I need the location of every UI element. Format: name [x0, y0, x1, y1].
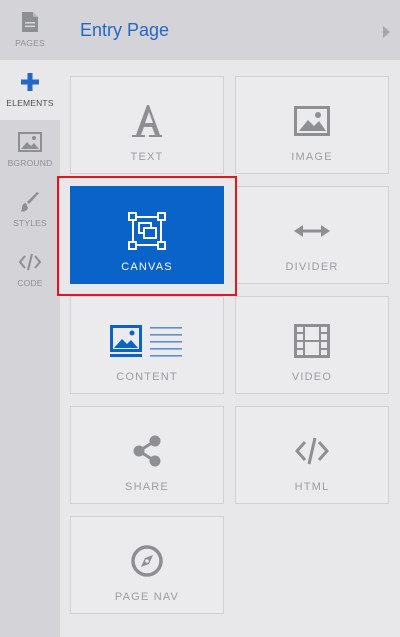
sidebar-rail: PAGES ELEMENTS BGROUND STYLES CODE: [0, 0, 60, 637]
plus-icon: [18, 70, 42, 94]
brush-icon: [18, 190, 42, 214]
panel-header: Entry Page: [60, 0, 400, 60]
sidebar-item-label: BGROUND: [7, 158, 53, 168]
page-icon: [18, 10, 42, 34]
tile-label: HTML: [294, 481, 330, 493]
share-icon: [132, 433, 162, 469]
divider-icon: [294, 213, 330, 249]
tile-label: IMAGE: [291, 151, 333, 163]
compass-icon: [130, 543, 164, 579]
image-icon: [18, 130, 42, 154]
element-tile-text[interactable]: TEXT: [70, 76, 224, 174]
sidebar-item-styles[interactable]: STYLES: [0, 180, 60, 240]
sidebar-item-label: STYLES: [13, 218, 47, 228]
element-tile-canvas[interactable]: CANVAS: [70, 186, 224, 284]
element-tile-divider[interactable]: DIVIDER: [235, 186, 389, 284]
collapse-arrow-icon[interactable]: [382, 25, 390, 43]
text-icon: [131, 103, 163, 139]
sidebar-item-background[interactable]: BGROUND: [0, 120, 60, 180]
content-icon: [110, 323, 184, 359]
tile-label: VIDEO: [291, 371, 333, 383]
image-icon: [294, 103, 330, 139]
element-tile-video[interactable]: VIDEO: [235, 296, 389, 394]
tile-label: PAGE NAV: [114, 591, 180, 603]
sidebar-item-pages[interactable]: PAGES: [0, 0, 60, 60]
tile-label: SHARE: [125, 481, 169, 493]
code-icon: [294, 433, 330, 469]
tile-label: CANVAS: [121, 261, 173, 273]
element-tile-share[interactable]: SHARE: [70, 406, 224, 504]
sidebar-item-elements[interactable]: ELEMENTS: [0, 60, 60, 120]
tile-label: CONTENT: [116, 371, 178, 383]
tile-label: DIVIDER: [285, 261, 339, 273]
tile-label: TEXT: [130, 151, 164, 163]
element-tile-html[interactable]: HTML: [235, 406, 389, 504]
element-tile-page-nav[interactable]: PAGE NAV: [70, 516, 224, 614]
page-title: Entry Page: [80, 20, 170, 40]
video-icon: [294, 323, 330, 359]
sidebar-item-code[interactable]: CODE: [0, 240, 60, 300]
sidebar-item-label: ELEMENTS: [6, 98, 54, 108]
code-icon: [18, 250, 42, 274]
element-tile-image[interactable]: IMAGE: [235, 76, 389, 174]
canvas-icon: [128, 212, 166, 250]
sidebar-item-label: PAGES: [15, 38, 45, 48]
sidebar-item-label: CODE: [17, 278, 43, 288]
element-tile-content[interactable]: CONTENT: [70, 296, 224, 394]
